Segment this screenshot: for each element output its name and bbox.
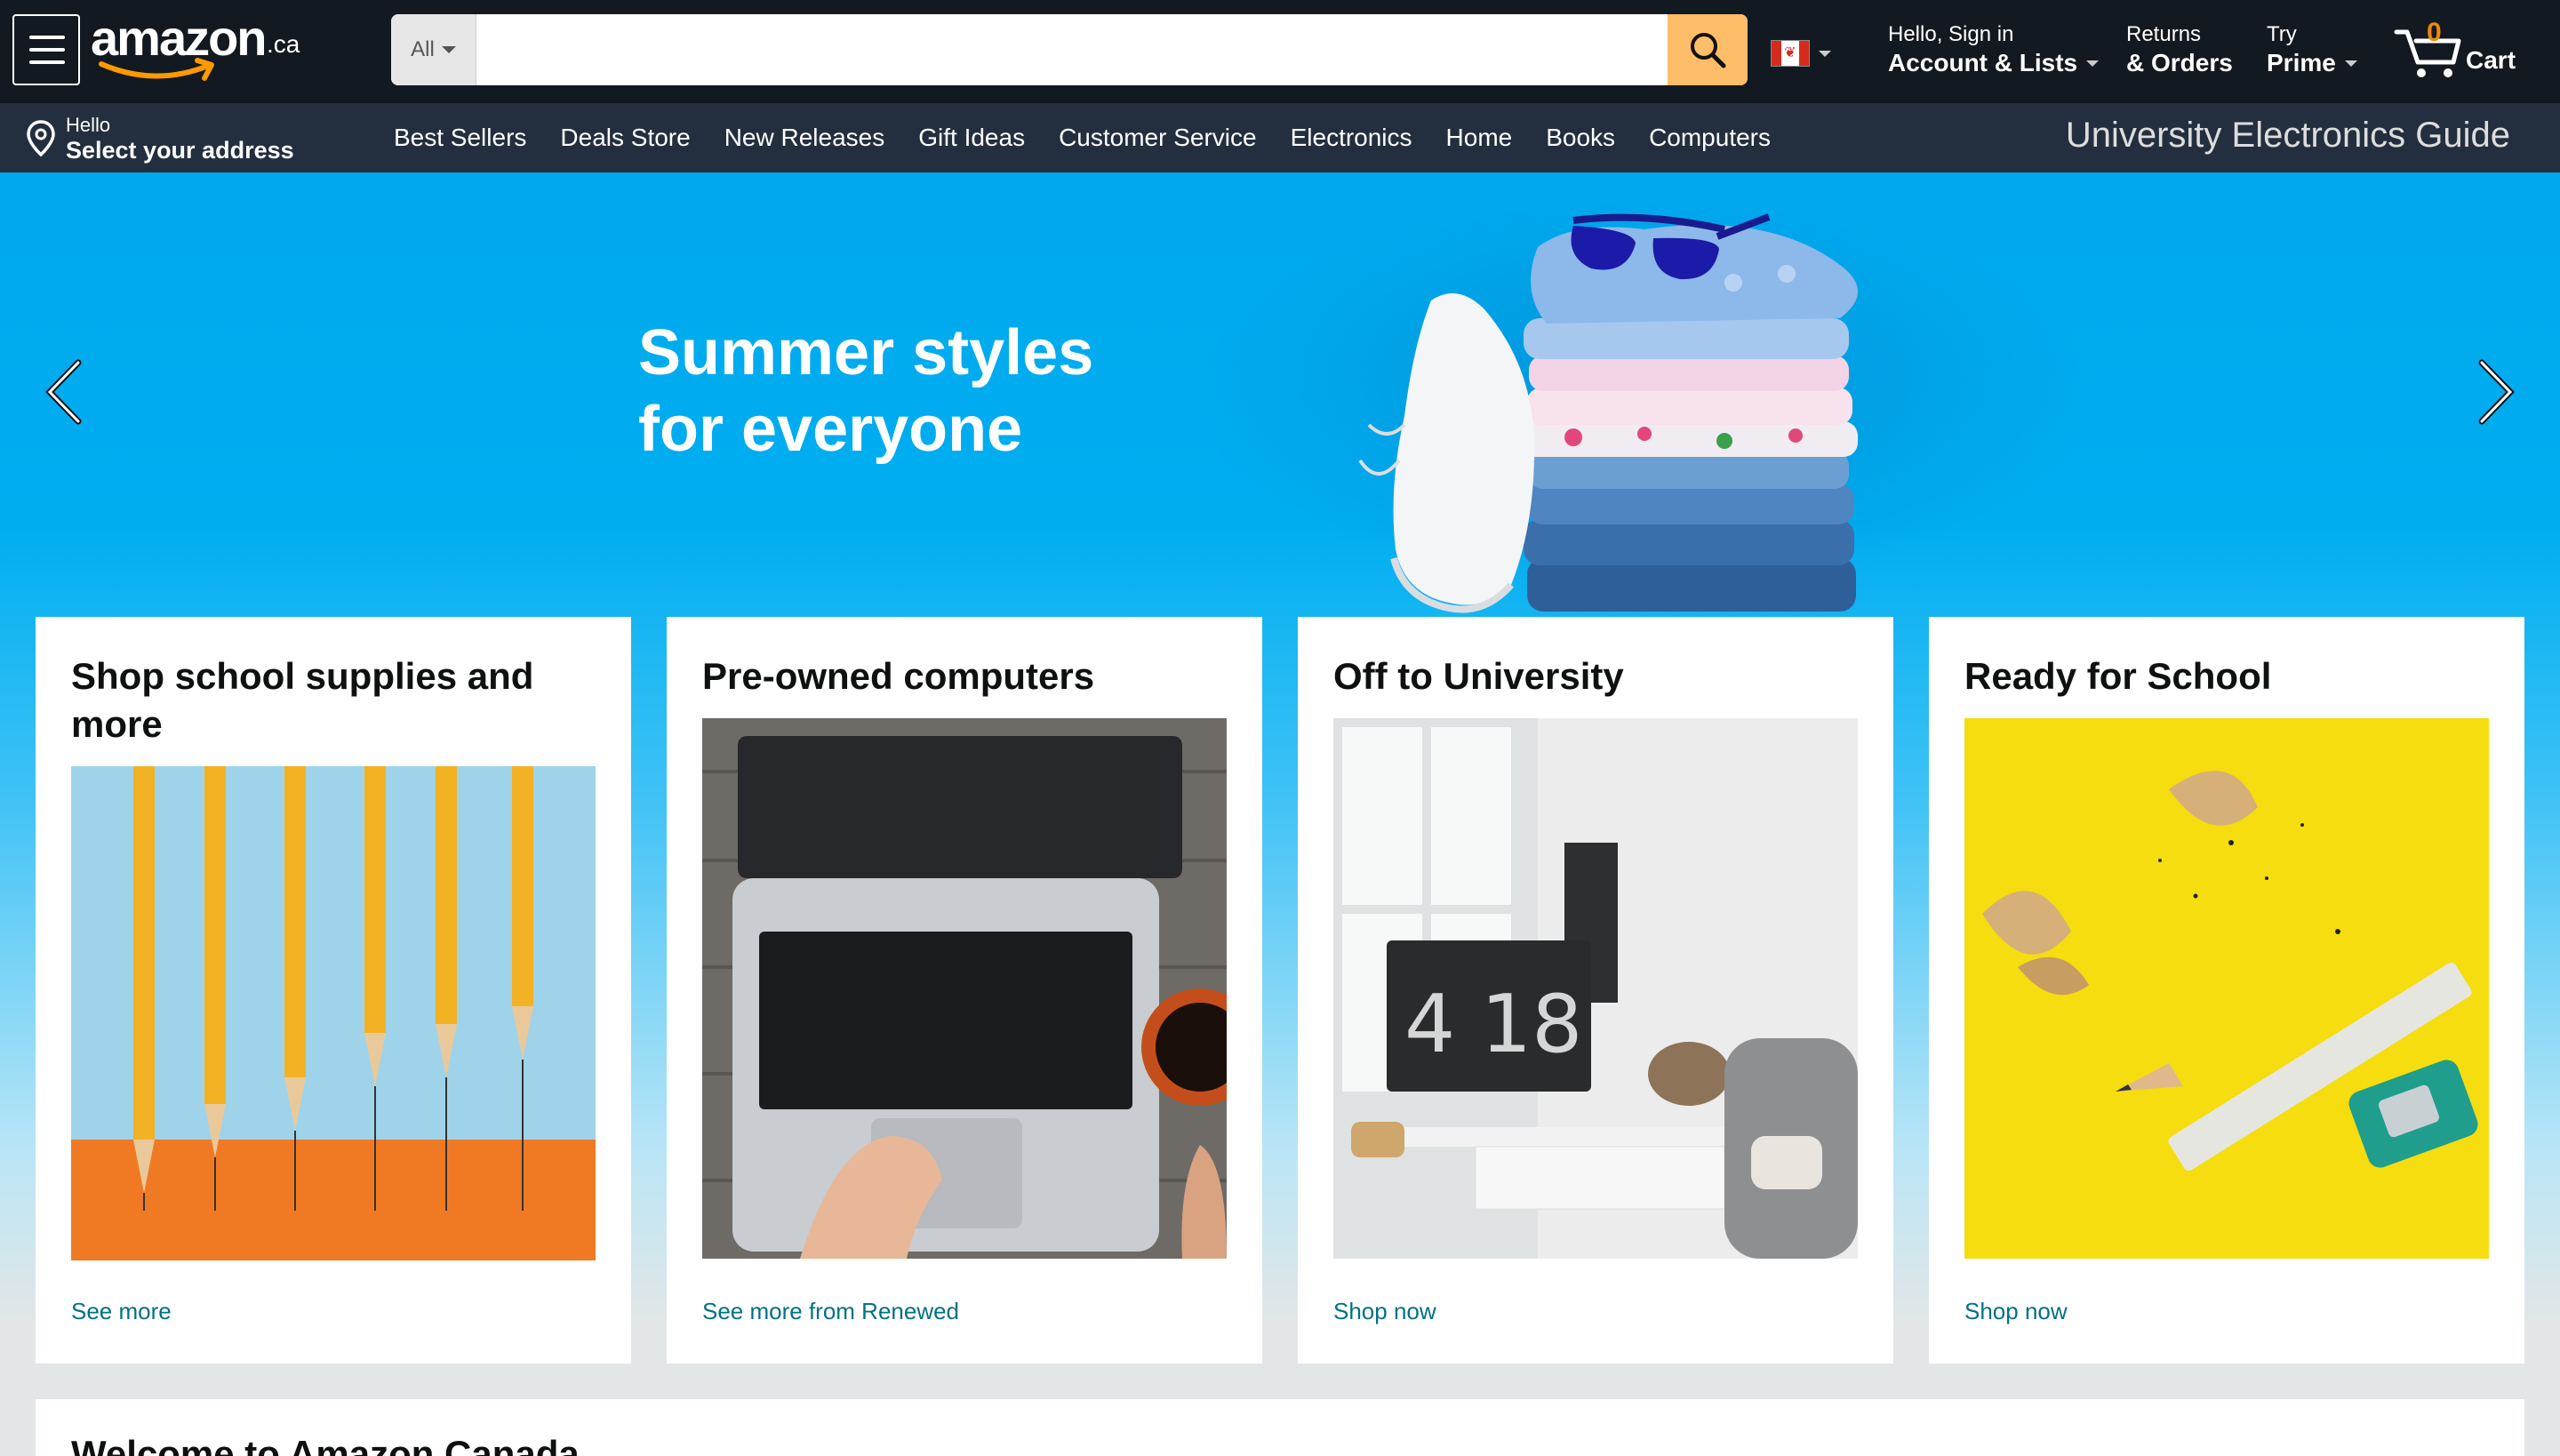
cart-button[interactable]: 0 Cart — [2393, 18, 2526, 80]
card-ready-for-school: Ready for School Shop now — [1929, 617, 2524, 1364]
amazon-logo[interactable]: amazon .ca — [91, 9, 304, 81]
search-category-dropdown[interactable]: All — [391, 14, 476, 85]
subnav-link-books[interactable]: Books — [1529, 124, 1632, 152]
search-category-label: All — [411, 37, 435, 61]
account-greeting: Hello, Sign in — [1888, 22, 2014, 46]
card-link-see-more-renewed[interactable]: See more from Renewed — [702, 1298, 959, 1325]
university-electronics-guide-link[interactable]: University Electronics Guide — [2066, 116, 2510, 156]
card-link-see-more[interactable]: See more — [71, 1298, 172, 1325]
hero-product-image — [1358, 213, 1858, 613]
card-title: Pre-owned computers — [702, 655, 1095, 697]
cart-count: 0 — [2427, 18, 2442, 47]
card-image-desk[interactable]: 4 18 — [1333, 718, 1858, 1259]
subnav-link-home[interactable]: Home — [1429, 124, 1530, 152]
monitor-time-text: 4 18 — [1404, 978, 1582, 1071]
card-off-to-university: Off to University 4 18 Shop now — [1298, 617, 1893, 1364]
subnav-link-computers[interactable]: Computers — [1632, 124, 1788, 152]
subnav-link-best-sellers[interactable]: Best Sellers — [377, 124, 543, 152]
location-pin-icon — [27, 120, 55, 157]
subnav-link-new-releases[interactable]: New Releases — [708, 124, 902, 152]
subnav-link-deals-store[interactable]: Deals Store — [543, 124, 707, 152]
top-nav-bar: amazon .ca All ❦ Hello, Sign in Account … — [0, 0, 2560, 103]
hero-title-line1: Summer styles — [638, 317, 1094, 388]
chevron-left-icon[interactable] — [39, 352, 92, 432]
language-selector[interactable]: ❦ — [1771, 36, 1838, 71]
card-title: Shop school supplies and more — [71, 655, 534, 745]
welcome-heading: Welcome to Amazon Canada — [71, 1433, 580, 1456]
card-link-shop-now[interactable]: Shop now — [1964, 1298, 2068, 1325]
search-input[interactable] — [476, 14, 1668, 85]
chevron-down-icon — [2086, 60, 2100, 67]
logo-tld: .ca — [267, 30, 300, 58]
card-image-pencils[interactable] — [71, 766, 596, 1307]
subnav-links: Best Sellers Deals Store New Releases Gi… — [377, 103, 1788, 172]
card-image-pencil-sharpener[interactable] — [1964, 718, 2489, 1259]
canada-flag-icon: ❦ — [1771, 40, 1810, 67]
orders-label: & Orders — [2126, 49, 2233, 76]
hero-banner[interactable]: Summer styles for everyone Shop school s… — [0, 172, 2560, 1456]
search-button[interactable] — [1668, 14, 1748, 85]
subnav-link-customer-service[interactable]: Customer Service — [1042, 124, 1274, 152]
card-pre-owned-computers: Pre-owned computers See more from Renewe… — [667, 617, 1262, 1364]
returns-label: Returns — [2126, 22, 2202, 46]
card-image-laptop[interactable] — [702, 718, 1227, 1259]
account-lists-label: Account & Lists — [1888, 49, 2078, 76]
returns-orders-link[interactable]: Returns & Orders — [2126, 21, 2233, 78]
prime-label: Prime — [2267, 49, 2336, 76]
search-bar: All — [391, 14, 1748, 85]
chevron-right-icon[interactable] — [2468, 352, 2521, 432]
card-school-supplies: Shop school supplies and more See more — [36, 617, 631, 1364]
delivery-address-selector[interactable]: Hello Select your address — [25, 112, 294, 165]
hamburger-menu-button[interactable] — [12, 14, 80, 85]
smile-arrow-icon — [99, 58, 214, 81]
chevron-down-icon — [1819, 50, 1831, 57]
subnav-link-gift-ideas[interactable]: Gift Ideas — [901, 124, 1042, 152]
card-title: Off to University — [1333, 655, 1624, 697]
cart-label: Cart — [2466, 46, 2516, 74]
card-link-shop-now[interactable]: Shop now — [1333, 1298, 1436, 1325]
hero-title: Summer styles for everyone — [638, 315, 1260, 468]
welcome-card: Welcome to Amazon Canada — [36, 1399, 2524, 1456]
hero-title-line2: for everyone — [638, 394, 1023, 465]
address-label: Select your address — [66, 137, 294, 164]
prime-try-label: Try — [2267, 22, 2297, 46]
account-lists-menu[interactable]: Hello, Sign in Account & Lists — [1888, 21, 2100, 78]
chevron-down-icon — [441, 46, 456, 53]
subnav-link-electronics[interactable]: Electronics — [1274, 124, 1429, 152]
search-icon — [1691, 33, 1726, 68]
chevron-down-icon — [2344, 60, 2357, 67]
card-title: Ready for School — [1964, 655, 2272, 697]
secondary-nav-bar: Hello Select your address Best Sellers D… — [0, 103, 2560, 172]
prime-menu[interactable]: Try Prime — [2267, 21, 2357, 78]
address-greeting: Hello — [66, 114, 111, 136]
